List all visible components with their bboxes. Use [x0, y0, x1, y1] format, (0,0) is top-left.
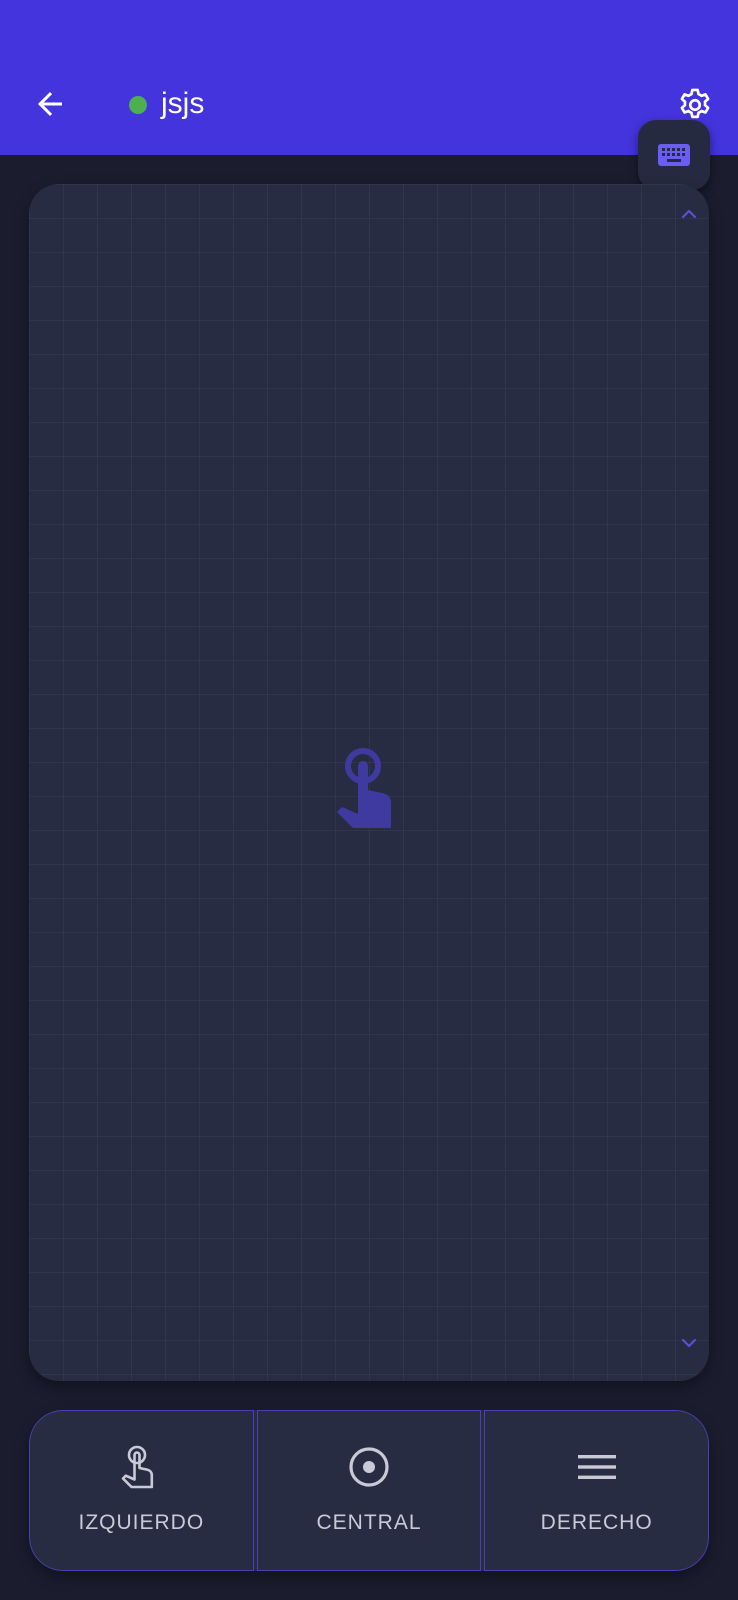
left-click-label: IZQUIERDO	[78, 1511, 205, 1534]
right-click-label: DERECHO	[540, 1511, 653, 1534]
device-name: jsjs	[161, 87, 205, 120]
scroll-up-icon[interactable]	[679, 206, 699, 222]
touchpad-surface[interactable]	[29, 184, 709, 1381]
keyboard-icon	[658, 144, 690, 166]
menu-icon	[573, 1443, 621, 1491]
middle-click-label: CENTRAL	[316, 1511, 422, 1534]
keyboard-button[interactable]	[638, 120, 710, 190]
touch-app-icon	[117, 1443, 165, 1491]
back-button[interactable]	[26, 80, 74, 128]
gear-icon	[680, 88, 710, 119]
scroll-down-icon[interactable]	[679, 1335, 699, 1351]
right-click-button[interactable]: DERECHO	[484, 1410, 709, 1571]
left-click-button[interactable]: IZQUIERDO	[29, 1410, 254, 1571]
arrow-back-icon	[38, 92, 62, 116]
radio-button-icon	[345, 1443, 393, 1491]
middle-click-button[interactable]: CENTRAL	[256, 1410, 482, 1571]
mouse-buttons-bar: IZQUIERDO CENTRAL DERECHO	[29, 1410, 709, 1571]
app-bar: jsjs	[0, 0, 738, 155]
connection-status-dot	[129, 96, 147, 114]
touch-app-icon	[337, 748, 391, 828]
